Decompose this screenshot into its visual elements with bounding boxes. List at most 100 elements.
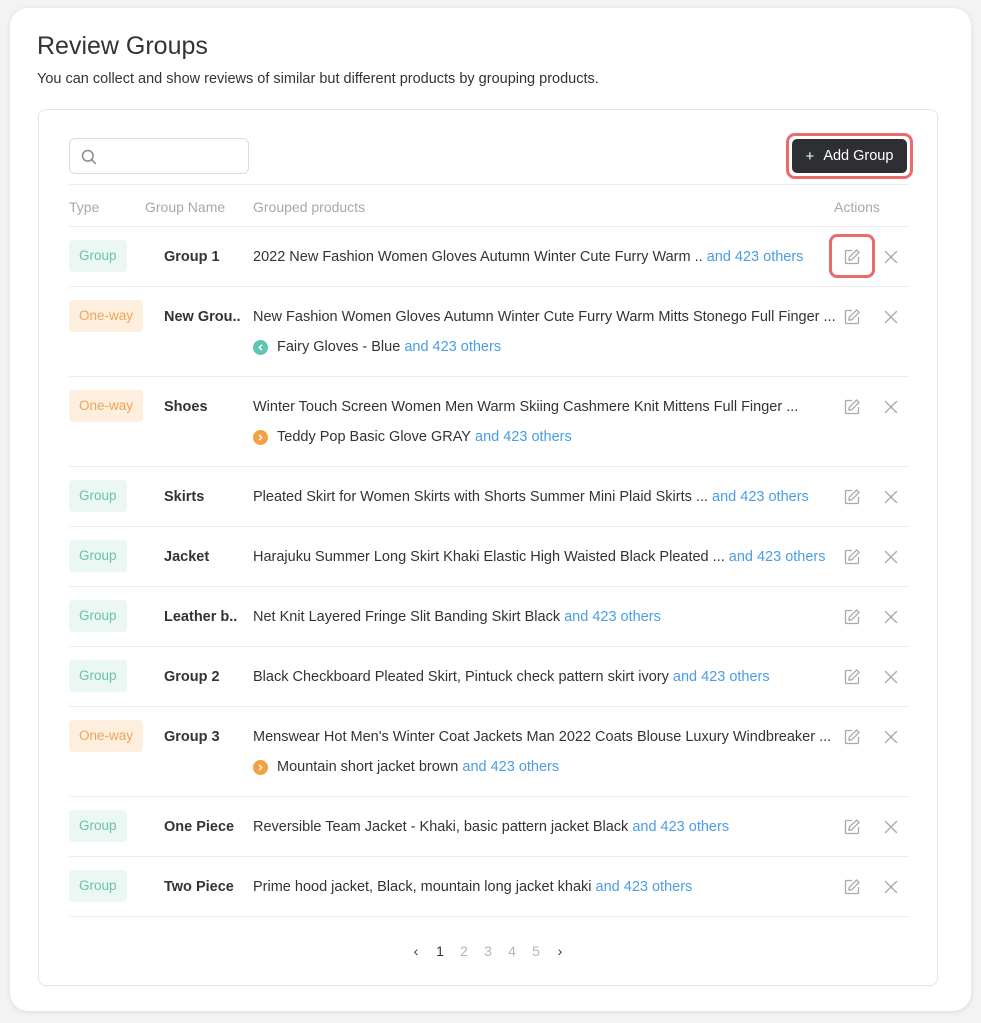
table-row: One-way Group 3 Menswear Hot Men's Winter … (69, 707, 909, 797)
edit-icon[interactable] (841, 816, 863, 838)
edit-icon[interactable] (841, 876, 863, 898)
add-group-highlight: + Add Group (786, 133, 913, 179)
header-actions: Actions (834, 199, 880, 215)
table-row: Group Group 2 Black Checkboard Pleated Ski… (69, 647, 909, 707)
group-name: Group 2 (164, 669, 220, 685)
type-badge: Group (69, 240, 127, 272)
page-3-button[interactable]: 3 (476, 943, 500, 959)
type-badge: Group (69, 810, 127, 842)
type-badge: Group (69, 600, 127, 632)
page-2-button[interactable]: 2 (452, 943, 476, 959)
group-name: Leather b.. (164, 609, 238, 625)
edit-icon[interactable] (841, 306, 863, 328)
product-name: Prime hood jacket, Black, mountain long … (253, 879, 592, 895)
page-4-button[interactable]: 4 (500, 943, 524, 959)
table-row: Group One Piece Reversible Team Jacket - K… (69, 797, 909, 857)
sub-product-name: Fairy Gloves - Blue (277, 339, 401, 355)
grouped-product: Pleated Skirt for Women Skirts with Shor… (253, 489, 809, 505)
close-icon[interactable] (881, 397, 901, 417)
review-groups-card: Review Groups You can collect and show r… (10, 8, 971, 1011)
grouped-product: Menswear Hot Men's Winter Coat Jackets M… (253, 729, 831, 745)
others-link[interactable]: and 423 others (707, 249, 804, 265)
next-page-button[interactable]: › (548, 943, 572, 959)
edit-icon[interactable] (841, 486, 863, 508)
others-link[interactable]: and 423 others (632, 819, 729, 835)
grouped-product: 2022 New Fashion Women Gloves Autumn Win… (253, 249, 803, 265)
product-name: Menswear Hot Men's Winter Coat Jackets M… (253, 729, 832, 745)
type-badge: Group (69, 540, 127, 572)
product-name: Reversible Team Jacket - Khaki, basic pa… (253, 819, 629, 835)
close-icon[interactable] (881, 547, 901, 567)
pagination: ‹ 1 2 3 4 5 › (39, 939, 937, 963)
prev-page-button[interactable]: ‹ (404, 943, 428, 959)
search-input[interactable] (106, 145, 242, 167)
page-1-button[interactable]: 1 (428, 943, 452, 959)
product-name: 2022 New Fashion Women Gloves Autumn Win… (253, 249, 703, 265)
table-header: Type Group Name Grouped products Actions (69, 184, 909, 227)
others-link[interactable]: and 423 others (729, 549, 826, 565)
table-row: Group Jacket Harajuku Summer Long Skirt Kh… (69, 527, 909, 587)
others-link[interactable]: and 423 others (462, 759, 559, 775)
edit-icon[interactable] (841, 546, 863, 568)
close-icon[interactable] (881, 607, 901, 627)
table-row: Group Leather b.. Net Knit Layered Fringe … (69, 587, 909, 647)
close-icon[interactable] (881, 877, 901, 897)
close-icon[interactable] (881, 667, 901, 687)
sub-product: Mountain short jacket brown and 423 othe… (253, 759, 559, 775)
type-badge: One-way (69, 720, 144, 752)
page-description: You can collect and show reviews of simi… (37, 71, 599, 87)
group-name: Skirts (164, 489, 205, 505)
table-row: Group Two Piece Prime hood jacket, Black, … (69, 857, 909, 917)
chevron-right-icon (253, 759, 268, 775)
close-icon[interactable] (881, 487, 901, 507)
close-icon[interactable] (881, 817, 901, 837)
edit-icon[interactable] (841, 666, 863, 688)
table-row: Group Group 1 2022 New Fashion Women Glove… (69, 227, 909, 287)
group-name: Group 3 (164, 729, 220, 745)
close-icon[interactable] (881, 307, 901, 327)
others-link[interactable]: and 423 others (673, 669, 770, 685)
group-name: Jacket (164, 549, 210, 565)
close-icon[interactable] (881, 247, 901, 267)
type-badge: One-way (69, 300, 144, 332)
header-group-name: Group Name (145, 199, 226, 215)
product-name: Winter Touch Screen Women Men Warm Skiin… (253, 399, 799, 415)
group-name: New Grou.. (164, 309, 241, 325)
chevron-left-icon (253, 339, 268, 355)
sub-product-name: Mountain short jacket brown (277, 759, 459, 775)
header-type: Type (69, 199, 100, 215)
product-name: Net Knit Layered Fringe Slit Banding Ski… (253, 609, 561, 625)
sub-product: Teddy Pop Basic Glove GRAY and 423 other… (253, 429, 572, 445)
header-grouped-products: Grouped products (253, 199, 366, 215)
grouped-product: Winter Touch Screen Women Men Warm Skiin… (253, 399, 798, 415)
others-link[interactable]: and 423 others (475, 429, 572, 445)
grouped-product: New Fashion Women Gloves Autumn Winter C… (253, 309, 836, 325)
sub-product: Fairy Gloves - Blue and 423 others (253, 339, 501, 355)
groups-panel: + Add Group Type Group Name Grouped prod… (38, 109, 938, 986)
edit-icon[interactable] (841, 726, 863, 748)
type-badge: Group (69, 660, 127, 692)
product-name: Pleated Skirt for Women Skirts with Shor… (253, 489, 709, 505)
others-link[interactable]: and 423 others (564, 609, 661, 625)
product-name: New Fashion Women Gloves Autumn Winter C… (253, 309, 836, 325)
page-5-button[interactable]: 5 (524, 943, 548, 959)
others-link[interactable]: and 423 others (404, 339, 501, 355)
add-group-button[interactable]: + Add Group (792, 139, 907, 173)
add-group-label: Add Group (823, 148, 894, 164)
product-name: Harajuku Summer Long Skirt Khaki Elastic… (253, 549, 725, 565)
sub-product-name: Teddy Pop Basic Glove GRAY (277, 429, 471, 445)
search-box[interactable] (69, 138, 249, 174)
table-row: Group Skirts Pleated Skirt for Women Skirt… (69, 467, 909, 527)
others-link[interactable]: and 423 others (712, 489, 809, 505)
close-icon[interactable] (881, 727, 901, 747)
grouped-product: Prime hood jacket, Black, mountain long … (253, 879, 692, 895)
edit-icon[interactable] (841, 246, 863, 268)
product-name: Black Checkboard Pleated Skirt, Pintuck … (253, 669, 673, 685)
grouped-product: Reversible Team Jacket - Khaki, basic pa… (253, 819, 729, 835)
edit-icon[interactable] (841, 606, 863, 628)
plus-icon: + (805, 147, 815, 165)
others-link[interactable]: and 423 others (596, 879, 693, 895)
search-icon (81, 149, 97, 165)
page-title: Review Groups (37, 32, 208, 60)
edit-icon[interactable] (841, 396, 863, 418)
